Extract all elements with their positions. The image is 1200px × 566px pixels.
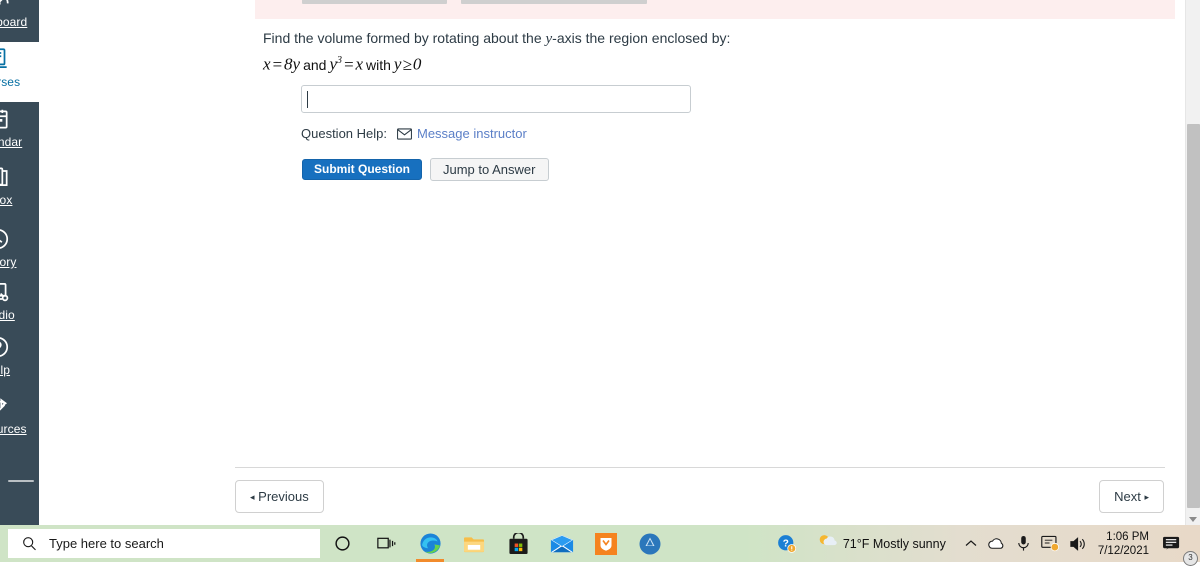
equation-with: with [366, 56, 391, 73]
clock-time: 1:06 PM [1106, 530, 1149, 543]
studio-icon [0, 279, 39, 307]
question-prompt-prefix: Find the volume formed by rotating about… [263, 30, 546, 46]
envelope-icon [397, 127, 412, 140]
question-prompt: Find the volume formed by rotating about… [263, 28, 1175, 49]
message-instructor-link[interactable]: Message instructor [417, 126, 527, 141]
sidebar-item-label: History [0, 255, 17, 269]
microphone-icon[interactable] [1011, 525, 1036, 562]
sidebar-item-courses[interactable]: Courses [0, 42, 39, 102]
taskbar-app-mail[interactable] [540, 525, 584, 562]
previous-question-button[interactable]: ◂ Previous [235, 480, 324, 513]
sidebar-item-history[interactable]: History [0, 222, 39, 282]
text-cursor [307, 91, 308, 108]
weather-text: 71°F Mostly sunny [842, 536, 946, 551]
inbox-icon [0, 164, 39, 192]
system-tray: ? 71°F Mostly sunny 1:06 PM 7/12/2021 3 [772, 525, 1200, 566]
pager-divider [235, 467, 1165, 468]
sidebar-item-label: Courses [0, 75, 21, 89]
taskbar-app-file-explorer[interactable] [452, 525, 496, 562]
submit-question-button[interactable]: Submit Question [302, 159, 422, 180]
answer-input[interactable] [301, 85, 691, 113]
sidebar-item-inbox[interactable]: Inbox [0, 160, 39, 220]
sun-cloud-icon [817, 531, 837, 556]
search-input[interactable]: Type here to search [8, 529, 320, 558]
global-navigation-sidebar: Dashboard Courses [0, 0, 39, 525]
sidebar-item-dashboard[interactable]: Dashboard [0, 0, 39, 42]
sidebar-item-studio[interactable]: Studio [0, 275, 39, 335]
dashboard-icon [0, 0, 39, 14]
sidebar-item-label: Dashboard [0, 15, 28, 29]
sidebar-item-label: Resources [0, 422, 27, 436]
banner-button-placeholder [302, 0, 447, 4]
sidebar-item-label: Calendar [0, 135, 23, 149]
calendar-icon [0, 106, 39, 134]
taskbar-app-security-shield[interactable] [584, 525, 628, 562]
equation-rhs1: 8y [284, 54, 301, 74]
taskbar-app-blue-circle-app[interactable] [628, 525, 672, 562]
vertical-scrollbar[interactable] [1185, 0, 1200, 525]
equation-eq1: = [271, 54, 284, 74]
courses-icon [0, 46, 39, 74]
equation-cond-value: 0 [412, 54, 422, 74]
sidebar-collapse-handle[interactable] [8, 480, 34, 482]
question-equation: x=8y and y3=x with y≥0 [263, 50, 1175, 76]
next-question-button[interactable]: Next ▸ [1099, 480, 1164, 513]
page-body: Find the volume formed by rotating about… [39, 0, 1200, 525]
question-prompt-suffix: -axis the region enclosed by: [552, 30, 731, 46]
display-settings-icon[interactable] [1036, 525, 1064, 562]
banner-button-placeholder [461, 0, 647, 4]
sidebar-item-label: Inbox [0, 193, 13, 207]
question-help-icon[interactable]: ? [772, 525, 801, 562]
search-placeholder-text: Type here to search [49, 536, 164, 551]
equation-eq2: = [342, 54, 355, 74]
scrollbar-thumb[interactable] [1187, 124, 1200, 508]
resources-icon [0, 393, 39, 421]
browser-viewport: Dashboard Courses [0, 0, 1200, 525]
clock-date: 7/12/2021 [1097, 544, 1149, 557]
equation-lhs-var: x [263, 54, 271, 74]
sidebar-item-help[interactable]: Help [0, 330, 39, 390]
next-label: Next [1114, 489, 1141, 504]
weather-widget[interactable]: 71°F Mostly sunny [801, 525, 951, 562]
equation-cond-op: ≥ [402, 54, 412, 74]
previous-label: Previous [258, 489, 309, 504]
question-help-label: Question Help: [301, 126, 387, 141]
start-button[interactable] [0, 525, 8, 562]
scroll-down-icon[interactable] [1189, 517, 1197, 522]
taskbar-app-microsoft-edge[interactable] [408, 525, 452, 562]
search-icon [22, 536, 37, 551]
help-icon [0, 334, 39, 362]
sidebar-item-resources[interactable]: Resources [0, 389, 39, 449]
alert-banner [255, 0, 1175, 19]
question-help-row: Question Help: Message instructor [301, 126, 527, 141]
jump-to-answer-button[interactable]: Jump to Answer [430, 158, 549, 181]
action-center-icon[interactable]: 3 [1157, 525, 1198, 566]
prev-arrow-icon: ◂ [250, 492, 255, 502]
sidebar-item-calendar[interactable]: Calendar [0, 102, 39, 162]
question-block: Find the volume formed by rotating about… [263, 28, 1175, 76]
equation-lhs2-var: y [329, 54, 337, 74]
equation-and: and [303, 56, 327, 73]
onedrive-cloud-icon[interactable] [982, 525, 1011, 562]
sidebar-item-label: Help [0, 363, 11, 377]
next-arrow-icon: ▸ [1144, 492, 1149, 502]
cortana-circle-icon[interactable] [320, 525, 364, 562]
windows-taskbar: Type here to search ? 71°F Mostly sunny … [0, 525, 1200, 566]
notification-count-badge: 3 [1183, 551, 1198, 566]
chevron-up-icon[interactable] [951, 525, 982, 562]
history-icon [0, 226, 39, 254]
taskbar-app-microsoft-store[interactable] [496, 525, 540, 562]
speaker-icon[interactable] [1064, 525, 1092, 562]
task-view-icon[interactable] [364, 525, 408, 562]
sidebar-item-label: Studio [0, 308, 15, 322]
equation-rhs2: x [355, 54, 364, 74]
clock[interactable]: 1:06 PM 7/12/2021 [1092, 525, 1157, 562]
